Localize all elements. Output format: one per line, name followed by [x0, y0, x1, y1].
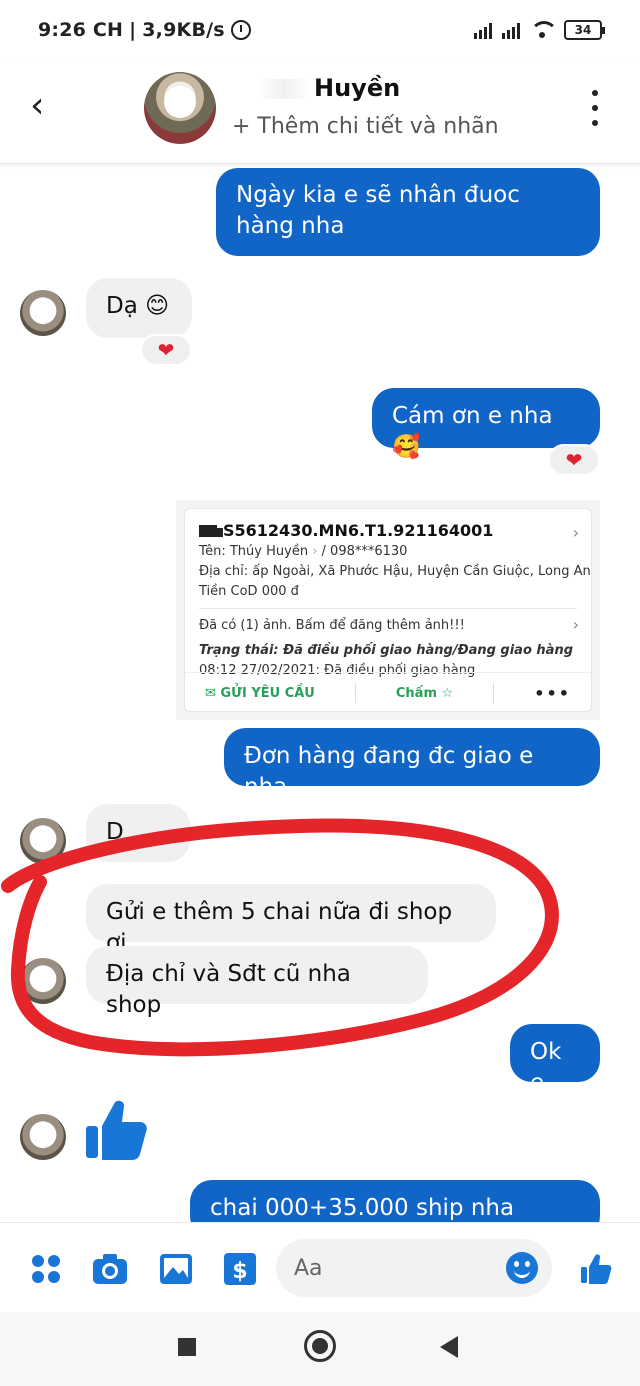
system-navigation-bar: [0, 1312, 640, 1386]
separator-icon: ›: [312, 544, 318, 559]
home-icon[interactable]: [304, 1330, 336, 1362]
menu-dots-icon[interactable]: [28, 1251, 64, 1287]
message-text: Ngày kia e sẽ nhân đuoc hàng nha: [236, 182, 520, 239]
svg-text:$: $: [232, 1259, 247, 1284]
send-request-button: ✉ GỬI YÊU CẦU: [205, 685, 315, 701]
battery-icon: 34: [564, 20, 605, 40]
message-outgoing[interactable]: Ngày kia e sẽ nhân đuoc hàng nha: [216, 168, 600, 256]
divider: [493, 683, 495, 703]
sender-avatar[interactable]: [20, 290, 66, 336]
order-card: S5612430.MN6.T1.921164001 › Tên: Thúy Hu…: [184, 508, 592, 712]
more-options-icon[interactable]: [590, 90, 600, 126]
message-text: Địa chỉ và Sđt cũ nha shop: [106, 961, 351, 1018]
contact-avatar[interactable]: [144, 72, 216, 144]
message-outgoing[interactable]: Ok e: [510, 1024, 600, 1096]
order-phone: / 098***6130: [321, 544, 408, 559]
blurred-name-part: [258, 79, 310, 99]
camera-icon[interactable]: [92, 1251, 128, 1287]
back-arrow-icon[interactable]: ‹: [30, 86, 62, 126]
divider: [354, 683, 356, 703]
message-composer: $ Aa: [0, 1222, 640, 1312]
status-speed: 3,9KB/s: [142, 19, 225, 41]
sender-avatar[interactable]: [20, 1114, 66, 1160]
message-input-placeholder: Aa: [294, 1255, 323, 1281]
status-left: 9:26 CH | 3,9KB/s: [38, 19, 251, 41]
order-name: Tên: Thúy Huyền: [199, 544, 309, 559]
recents-icon[interactable]: [178, 1338, 196, 1356]
thumbs-up-icon[interactable]: [84, 1096, 148, 1164]
back-icon[interactable]: [440, 1336, 458, 1358]
message-text: Dạ 😊: [106, 293, 170, 319]
order-actions: ✉ GỬI YÊU CẦU Chấm ☆ •••: [185, 672, 591, 703]
divider: [199, 608, 577, 609]
status-right: 34: [474, 20, 605, 40]
order-cod: Tiền CoD 000 đ: [199, 584, 299, 599]
order-code: S5612430.MN6.T1.921164001: [199, 521, 577, 540]
messenger-screen: 9:26 CH | 3,9KB/s 34 ‹ Huyền + Thêm chi …: [0, 0, 640, 1386]
rate-label: Chấm: [395, 685, 438, 701]
message-text: Đơn hàng đang đc giao e nha: [244, 743, 534, 800]
heart-reaction-icon[interactable]: ❤: [548, 444, 600, 476]
order-code-text: S5612430.MN6.T1.921164001: [223, 521, 494, 540]
message-incoming[interactable]: Địa chỉ và Sđt cũ nha shop: [86, 946, 428, 1018]
message-text: chai 000+35.000 ship nha: [210, 1195, 515, 1221]
status-bar: 9:26 CH | 3,9KB/s 34: [0, 0, 640, 60]
order-screenshot-image[interactable]: S5612430.MN6.T1.921164001 › Tên: Thúy Hu…: [176, 500, 600, 720]
chat-header: ‹ Huyền + Thêm chi tiết và nhãn: [0, 60, 640, 164]
message-incoming[interactable]: Dạ 😊: [86, 278, 192, 338]
message-outgoing[interactable]: Đơn hàng đang đc giao e nha: [224, 728, 600, 800]
payment-icon[interactable]: $: [222, 1251, 258, 1287]
message-text: Cám ơn e nha🥰: [392, 403, 553, 460]
rate-button: Chấm ☆: [395, 685, 454, 701]
heart-reaction-icon[interactable]: ❤: [140, 334, 192, 366]
order-recipient: Tên: Thúy Huyền › / 098***6130: [199, 543, 577, 560]
message-input[interactable]: Aa: [276, 1239, 552, 1297]
order-photos: Đã có (1) ảnh. Bấm để đăng thêm ảnh!!!: [199, 618, 465, 633]
more-dots-icon: •••: [534, 683, 571, 703]
signal-icon: [502, 21, 520, 39]
status-time: 9:26 CH: [38, 19, 124, 41]
alarm-icon: [230, 20, 251, 40]
like-icon[interactable]: [578, 1251, 614, 1287]
chevron-right-icon: ›: [572, 615, 579, 634]
contact-name[interactable]: Huyền: [258, 74, 400, 102]
message-outgoing[interactable]: Cám ơn e nha🥰: [372, 388, 600, 460]
contact-name-text: Huyền: [314, 74, 401, 102]
message-incoming[interactable]: Gửi e thêm 5 chai nữa đi shop ơi: [86, 884, 496, 956]
message-text: Ok e: [530, 1039, 562, 1096]
status-divider: |: [129, 19, 137, 41]
message-incoming[interactable]: D: [86, 804, 190, 862]
send-request-label: GỬI YÊU CẦU: [220, 685, 315, 701]
signal-icon: [474, 21, 492, 39]
sender-avatar[interactable]: [20, 818, 66, 864]
sender-avatar[interactable]: [20, 958, 66, 1004]
order-status: Trạng thái: Đã điều phối giao hàng/Đang …: [199, 643, 574, 658]
order-address: Địa chỉ: ấp Ngoài, Xã Phước Hậu, Huyện C…: [199, 564, 591, 579]
gallery-icon[interactable]: [158, 1251, 194, 1287]
message-text: D: [106, 819, 124, 845]
wifi-icon: [530, 21, 558, 39]
truck-icon: [199, 524, 223, 537]
chevron-right-icon: ›: [572, 523, 579, 542]
emoji-icon[interactable]: [506, 1252, 538, 1284]
add-details-link[interactable]: + Thêm chi tiết và nhãn: [232, 114, 499, 139]
